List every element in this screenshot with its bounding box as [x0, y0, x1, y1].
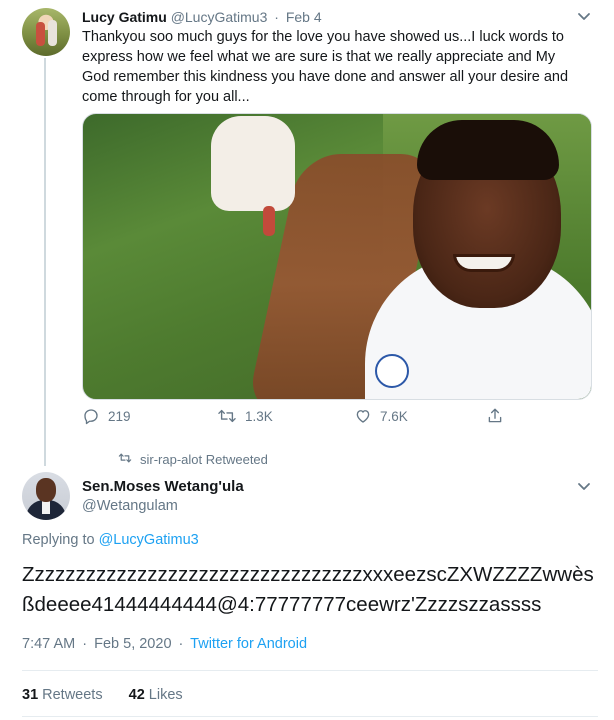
reply-button[interactable]: 219: [82, 407, 131, 425]
retweets-count: 31: [22, 687, 39, 703]
replying-to: Replying to @LucyGatimu3: [22, 532, 199, 548]
replying-to-link[interactable]: @LucyGatimu3: [99, 532, 199, 548]
retweets-stat[interactable]: 31 Retweets: [22, 687, 103, 703]
retweet-count: 1.3K: [245, 408, 273, 424]
share-icon: [486, 407, 504, 425]
tweet-actions: 219 1.3K 7.6K: [82, 407, 522, 431]
avatar[interactable]: [22, 8, 70, 56]
tweet-stats: 31 Retweets 42 Likes: [22, 687, 183, 703]
author-handle[interactable]: @LucyGatimu3: [171, 9, 268, 25]
retweet-button[interactable]: 1.3K: [217, 407, 273, 425]
separator: ·: [178, 636, 184, 652]
likes-stat[interactable]: 42 Likes: [129, 687, 183, 703]
chevron-down-icon[interactable]: [577, 482, 591, 492]
tweet-date[interactable]: Feb 4: [286, 9, 322, 25]
share-button[interactable]: [486, 407, 504, 425]
tweet-date[interactable]: Feb 5, 2020: [94, 636, 171, 652]
like-button[interactable]: 7.6K: [354, 407, 408, 425]
chevron-down-icon[interactable]: [577, 12, 591, 22]
retweets-label: Retweets: [42, 687, 103, 703]
like-count: 7.6K: [380, 408, 408, 424]
avatar[interactable]: [22, 472, 70, 520]
retweet-icon: [217, 407, 237, 425]
heart-icon: [354, 407, 372, 425]
thread-line: [44, 58, 46, 466]
retweet-icon: [118, 452, 132, 467]
likes-count: 42: [128, 687, 145, 703]
reply-icon: [82, 407, 100, 425]
tweet-page: Lucy Gatimu @LucyGatimu3 · Feb 4 Thankyo…: [0, 0, 614, 720]
reply-count: 219: [108, 408, 131, 424]
tweet-source[interactable]: Twitter for Android: [190, 636, 307, 652]
tweet-meta: 7:47 AM · Feb 5, 2020 · Twitter for Andr…: [22, 636, 307, 652]
replying-prefix: Replying to: [22, 532, 95, 548]
retweet-context[interactable]: sir-rap-alot Retweeted: [118, 452, 268, 467]
separator: ·: [82, 636, 88, 652]
author-handle[interactable]: @Wetangulam: [82, 498, 178, 514]
parent-tweet-header: Lucy Gatimu @LucyGatimu3 · Feb 4: [82, 8, 322, 26]
tweet-photo[interactable]: [82, 113, 592, 400]
divider: [22, 670, 598, 671]
retweeted-by-label: sir-rap-alot Retweeted: [140, 452, 268, 467]
tweet-time[interactable]: 7:47 AM: [22, 636, 75, 652]
divider: [22, 716, 598, 717]
main-tweet-text: Zzzzzzzzzzzzzzzzzzzzzzzzzzzzzzzzzxxxeezs…: [22, 563, 594, 616]
author-name[interactable]: Lucy Gatimu: [82, 9, 167, 25]
parent-tweet-text: Thankyou soo much guys for the love you …: [82, 29, 569, 105]
author-name[interactable]: Sen.Moses Wetang'ula: [82, 478, 244, 495]
separator: ·: [274, 9, 279, 25]
likes-label: Likes: [148, 687, 183, 703]
